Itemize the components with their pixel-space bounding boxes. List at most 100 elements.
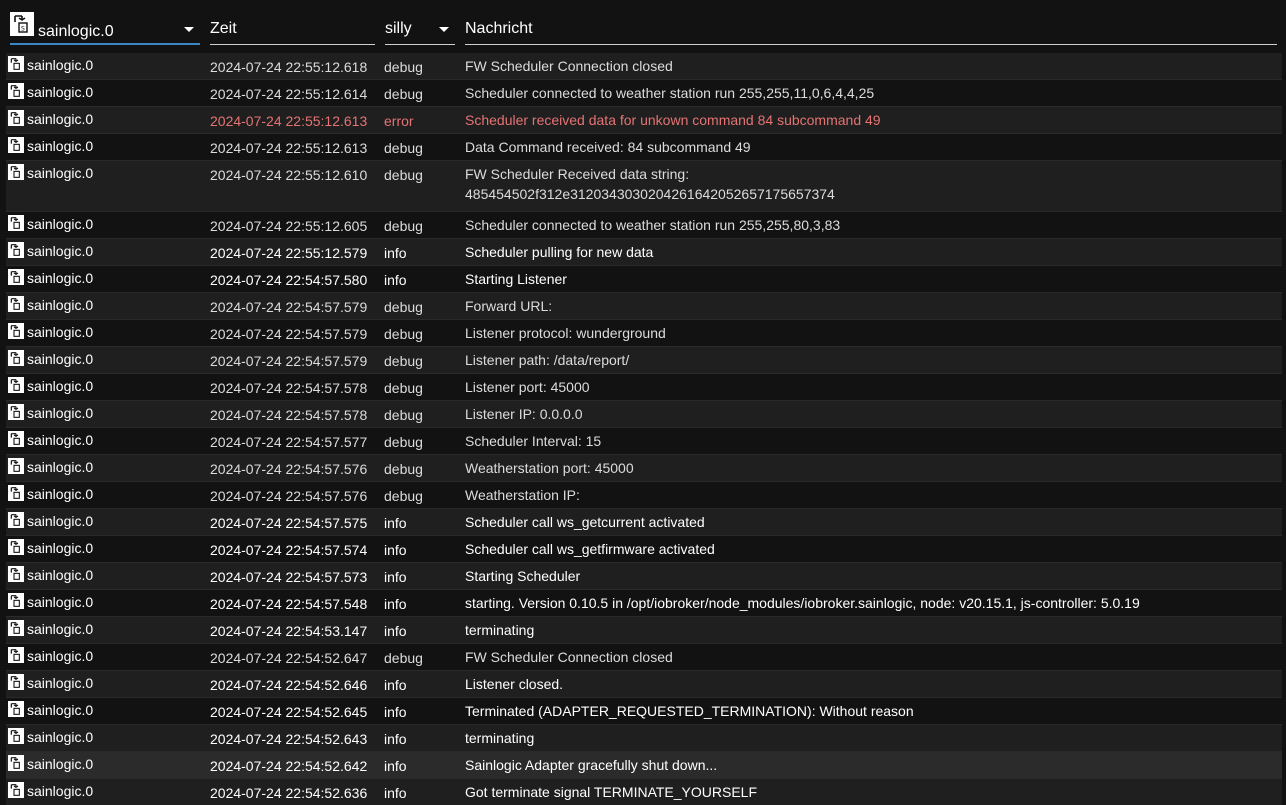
level-filter-select[interactable]: silly — [385, 9, 455, 45]
log-row[interactable]: sainlogic.0 2024-07-24 22:54:53.147 info te… — [6, 617, 1282, 644]
log-instance: sainlogic.0 — [8, 56, 93, 73]
log-instance: sainlogic.0 — [8, 458, 93, 475]
chevron-down-icon[interactable] — [184, 27, 194, 32]
log-row[interactable]: sainlogic.0 2024-07-24 22:55:12.613 debug D… — [6, 134, 1282, 161]
log-message: Weatherstation IP: — [465, 485, 1275, 505]
log-row[interactable]: sainlogic.0 2024-07-24 22:54:52.642 info Sa… — [6, 752, 1282, 779]
chevron-down-icon[interactable] — [439, 27, 449, 32]
log-instance-label: sainlogic.0 — [27, 165, 94, 181]
log-row[interactable]: sainlogic.0 2024-07-24 22:54:52.645 info Te… — [6, 698, 1282, 725]
log-level: debug — [384, 650, 423, 666]
log-instance: sainlogic.0 — [8, 539, 93, 556]
sainlogic-adapter-icon — [8, 350, 24, 366]
log-row[interactable]: sainlogic.0 2024-07-24 22:54:52.646 info Li… — [6, 671, 1282, 698]
log-message: FW Scheduler Connection closed — [465, 56, 1275, 76]
log-message: FW Scheduler Received data string: 485454… — [465, 164, 1275, 204]
log-instance-label: sainlogic.0 — [27, 216, 94, 232]
log-message-text: starting. Version 0.10.5 in /opt/iobroke… — [465, 595, 1140, 611]
log-row[interactable]: sainlogic.0 2024-07-24 22:54:57.580 info St… — [6, 266, 1282, 293]
log-row[interactable]: sainlogic.0 2024-07-24 22:54:57.579 debug L… — [6, 347, 1282, 374]
sainlogic-adapter-icon — [8, 755, 24, 771]
log-row[interactable]: sainlogic.0 2024-07-24 22:54:57.577 debug S… — [6, 428, 1282, 455]
log-row[interactable]: sainlogic.0 2024-07-24 22:54:57.579 debug F… — [6, 293, 1282, 320]
log-row[interactable]: sainlogic.0 2024-07-24 22:54:57.576 debug W… — [6, 482, 1282, 509]
sainlogic-adapter-icon — [8, 164, 24, 180]
log-row[interactable]: sainlogic.0 2024-07-24 22:55:12.610 debug F… — [6, 161, 1282, 212]
log-level: debug — [384, 140, 423, 156]
log-table-body: sainlogic.0 2024-07-24 22:55:12.618 debug F… — [6, 53, 1282, 805]
log-level: debug — [384, 59, 423, 75]
log-instance-label: sainlogic.0 — [27, 567, 94, 583]
sainlogic-adapter-icon — [8, 269, 24, 285]
level-filter-value: silly — [385, 20, 412, 37]
log-message-text: Starting Scheduler — [465, 568, 581, 584]
log-row[interactable]: sainlogic.0 2024-07-24 22:54:57.574 info Sc… — [6, 536, 1282, 563]
log-row[interactable]: sainlogic.0 2024-07-24 22:55:12.618 debug F… — [6, 53, 1282, 80]
log-message-text: Terminated (ADAPTER_REQUESTED_TERMINATIO… — [465, 703, 914, 719]
log-instance: sainlogic.0 — [8, 512, 93, 529]
log-instance: sainlogic.0 — [8, 755, 93, 772]
log-instance-label: sainlogic.0 — [27, 405, 94, 421]
log-message: Forward URL: — [465, 296, 1275, 316]
log-row[interactable]: sainlogic.0 2024-07-24 22:54:57.573 info St… — [6, 563, 1282, 590]
log-instance: sainlogic.0 — [8, 620, 93, 637]
log-instance-label: sainlogic.0 — [27, 270, 94, 286]
log-row[interactable]: sainlogic.0 2024-07-24 22:54:57.548 info st… — [6, 590, 1282, 617]
sainlogic-adapter-icon — [8, 512, 24, 528]
log-time: 2024-07-24 22:54:57.578 — [210, 407, 368, 423]
log-row[interactable]: sainlogic.0 2024-07-24 22:54:57.576 debug W… — [6, 455, 1282, 482]
log-level: debug — [384, 86, 423, 102]
log-row[interactable]: sainlogic.0 2024-07-24 22:55:12.614 debug S… — [6, 80, 1282, 107]
log-instance: sainlogic.0 — [8, 269, 93, 286]
log-time: 2024-07-24 22:54:52.646 — [210, 677, 368, 693]
time-column-label: Zeit — [210, 20, 237, 37]
log-row[interactable]: sainlogic.0 2024-07-24 22:54:52.647 debug F… — [6, 644, 1282, 671]
log-row[interactable]: sainlogic.0 2024-07-24 22:54:52.643 info te… — [6, 725, 1282, 752]
log-instance-label: sainlogic.0 — [27, 138, 94, 154]
log-row[interactable]: sainlogic.0 2024-07-24 22:54:57.579 debug L… — [6, 320, 1282, 347]
log-instance: sainlogic.0 — [8, 215, 93, 232]
log-level: info — [384, 704, 407, 720]
log-level: info — [384, 596, 407, 612]
log-message-text: Listener closed. — [465, 676, 564, 692]
log-row[interactable]: sainlogic.0 2024-07-24 22:54:52.636 info Go… — [6, 779, 1282, 805]
log-row[interactable]: sainlogic.0 2024-07-24 22:55:12.579 info Sc… — [6, 239, 1282, 266]
log-message-text-line2: 485454502f312e31203430302042616420526571… — [465, 186, 835, 202]
sainlogic-adapter-icon — [8, 728, 24, 744]
log-instance: sainlogic.0 — [8, 83, 93, 100]
log-time: 2024-07-24 22:54:57.579 — [210, 326, 368, 342]
log-level: debug — [384, 461, 423, 477]
log-row[interactable]: sainlogic.0 2024-07-24 22:55:12.613 error S… — [6, 107, 1282, 134]
sainlogic-adapter-icon — [8, 83, 24, 99]
log-message-text: terminating — [465, 622, 535, 638]
log-time: 2024-07-24 22:54:57.578 — [210, 380, 368, 396]
log-instance-label: sainlogic.0 — [27, 324, 94, 340]
log-instance-label: sainlogic.0 — [27, 702, 94, 718]
log-time: 2024-07-24 22:54:57.573 — [210, 569, 368, 585]
log-message-text: Got terminate signal TERMINATE_YOURSELF — [465, 784, 758, 800]
log-time: 2024-07-24 22:54:57.576 — [210, 461, 368, 477]
log-message: Listener port: 45000 — [465, 377, 1275, 397]
log-message: Data Command received: 84 subcommand 49 — [465, 137, 1275, 157]
sainlogic-adapter-icon — [8, 539, 24, 555]
sainlogic-adapter-icon — [8, 647, 24, 663]
log-row[interactable]: sainlogic.0 2024-07-24 22:55:12.605 debug S… — [6, 212, 1282, 239]
log-level: debug — [384, 380, 423, 396]
log-row[interactable]: sainlogic.0 2024-07-24 22:54:57.575 info Sc… — [6, 509, 1282, 536]
log-row[interactable]: sainlogic.0 2024-07-24 22:54:57.578 debug L… — [6, 401, 1282, 428]
log-message-text: Scheduler call ws_getcurrent activated — [465, 514, 705, 530]
log-message: Scheduler connected to weather station r… — [465, 215, 1275, 235]
log-message: Starting Listener — [465, 269, 1275, 289]
sainlogic-adapter-icon: S — [10, 12, 34, 36]
log-message-text: Listener path: /data/report/ — [465, 352, 630, 368]
message-filter-input[interactable]: Nachricht — [465, 9, 1277, 45]
sainlogic-adapter-icon — [8, 242, 24, 258]
log-row[interactable]: sainlogic.0 2024-07-24 22:54:57.578 debug L… — [6, 374, 1282, 401]
instance-filter-select[interactable]: S sainlogic.0 — [10, 9, 200, 45]
log-level: error — [384, 113, 414, 129]
log-time: 2024-07-24 22:54:57.579 — [210, 353, 368, 369]
log-instance-label: sainlogic.0 — [27, 57, 94, 73]
time-column-header: Zeit — [210, 9, 375, 45]
log-time: 2024-07-24 22:55:12.613 — [210, 140, 368, 156]
log-instance: sainlogic.0 — [8, 404, 93, 421]
